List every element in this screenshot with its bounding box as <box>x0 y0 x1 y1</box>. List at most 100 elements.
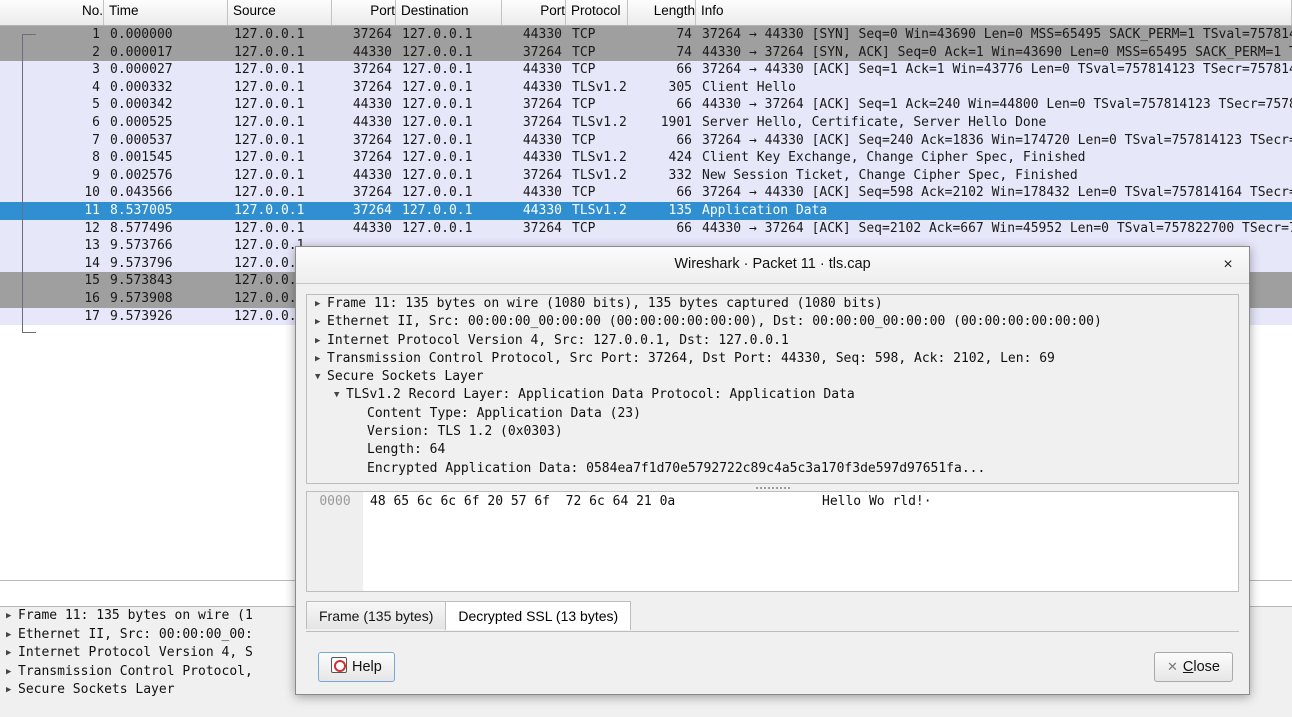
packet-row[interactable]: 2 0.000017 127.0.0.1 44330 127.0.0.1 37264 TCP… <box>0 43 1292 62</box>
protocol-tree-item[interactable]: ▼ Secure Sockets Layer <box>307 368 1238 386</box>
packet-row[interactable]: 9 0.002576 127.0.0.1 44330 127.0.0.1 37264 TLS… <box>0 166 1292 185</box>
packet-row[interactable]: 11 8.537005 127.0.0.1 37264 127.0.0.1 44330 TL… <box>0 201 1292 220</box>
chevron-down-icon[interactable]: ▼ <box>334 386 346 404</box>
packet-list-header[interactable]: No. Time Source Port Destination Port Protocol… <box>0 0 1292 26</box>
packet-cell-len: 74 <box>676 44 692 60</box>
packet-cell-sport: 37264 <box>352 27 392 42</box>
hex-offset: 0000 <box>319 494 351 509</box>
packet-row[interactable]: 7 0.000537 127.0.0.1 37264 127.0.0.1 44330 TCP… <box>0 131 1292 150</box>
help-button[interactable]: Help <box>318 652 395 682</box>
protocol-tree-item[interactable]: Content Type: Application Data (23) <box>307 405 1238 423</box>
protocol-tree[interactable]: ▶ Frame 11: 135 bytes on wire (1080 bits)… <box>306 294 1239 484</box>
packet-cell-src: 127.0.0.1 <box>234 62 305 78</box>
packet-cell-dport: 44330 <box>522 27 562 42</box>
protocol-tree-item[interactable]: Length: 64 <box>307 441 1238 459</box>
packet-cell-len: 66 <box>676 185 692 201</box>
packet-cell-no: 9 <box>92 167 100 183</box>
packet-cell-dst: 127.0.0.1 <box>402 114 473 130</box>
packet-cell-dport: 37264 <box>522 220 562 236</box>
packet-cell-len: 424 <box>668 150 692 166</box>
column-header-proto[interactable]: Protocol <box>566 0 628 25</box>
protocol-tree-item[interactable]: Version: TLS 1.2 (0x0303) <box>307 423 1238 441</box>
packet-cell-sport: 44330 <box>352 220 392 236</box>
chevron-right-icon[interactable]: ▶ <box>315 350 327 368</box>
packet-cell-time: 0.000342 <box>110 97 173 113</box>
chevron-right-icon[interactable]: ▶ <box>6 681 18 700</box>
chevron-right-icon[interactable]: ▶ <box>315 332 327 350</box>
tab-frame[interactable]: Frame (135 bytes) <box>306 601 447 629</box>
packet-cell-time: 0.000332 <box>110 79 173 95</box>
close-button-label: lose <box>1193 659 1220 675</box>
chevron-down-icon[interactable]: ▼ <box>315 368 327 386</box>
close-button[interactable]: ✕ Close <box>1154 652 1233 682</box>
protocol-tree-item[interactable]: ▶ Frame 11: 135 bytes on wire (1080 bits)… <box>307 295 1238 313</box>
column-header-no[interactable]: No. <box>0 0 104 25</box>
packet-cell-len: 66 <box>676 62 692 78</box>
chevron-right-icon[interactable]: ▶ <box>6 644 18 663</box>
pane-splitter-handle[interactable] <box>306 484 1239 491</box>
packet-cell-dport: 44330 <box>522 202 562 218</box>
chevron-right-icon[interactable]: ▶ <box>315 295 327 313</box>
protocol-tree-item[interactable]: ▼ TLSv1.2 Record Layer: Application Data … <box>307 386 1238 404</box>
protocol-tree-label: Encrypted Application Data: 0584ea7f1d70… <box>367 460 986 476</box>
bytes-tabbar[interactable]: Frame (135 bytes) Decrypted SSL (13 bytes… <box>306 601 1239 632</box>
chevron-right-icon[interactable]: ▶ <box>6 663 18 682</box>
splitter-grip-icon <box>755 487 790 489</box>
packet-cell-no: 8 <box>92 150 100 166</box>
column-header-len[interactable]: Length <box>628 0 696 25</box>
packet-row[interactable]: 12 8.577496 127.0.0.1 44330 127.0.0.1 37264 TC… <box>0 219 1292 238</box>
protocol-tree-item[interactable]: ▶ Transmission Control Protocol, Src Port… <box>307 350 1238 368</box>
chevron-right-icon[interactable]: ▶ <box>6 607 18 626</box>
protocol-tree-item[interactable]: ▶ Internet Protocol Version 4, Src: 127.0… <box>307 332 1238 350</box>
packet-cell-proto: TLSv1.2 <box>572 202 627 218</box>
chevron-right-icon[interactable]: ▶ <box>315 313 327 331</box>
column-header-info[interactable]: Info <box>696 0 1292 25</box>
column-header-sport[interactable]: Port <box>332 0 396 25</box>
packet-cell-no: 2 <box>92 44 100 60</box>
packet-row[interactable]: 5 0.000342 127.0.0.1 44330 127.0.0.1 37264 TCP… <box>0 96 1292 114</box>
dialog-title: Wireshark · Packet 11 · tls.cap <box>674 256 871 272</box>
packet-cell-proto: TLSv1.2 <box>572 167 627 183</box>
close-icon[interactable]: × <box>1217 254 1239 276</box>
chevron-right-icon[interactable]: ▶ <box>6 626 18 645</box>
help-button-label: Help <box>352 659 382 675</box>
packet-row[interactable]: 10 0.043566 127.0.0.1 37264 127.0.0.1 44330 TC… <box>0 184 1292 202</box>
packet-row[interactable]: 3 0.000027 127.0.0.1 37264 127.0.0.1 44330 TCP… <box>0 61 1292 79</box>
packet-row[interactable]: 6 0.000525 127.0.0.1 44330 127.0.0.1 37264 TLS… <box>0 113 1292 132</box>
packet-cell-info: 37264 → 44330 [ACK] Seq=1 Ack=1 Win=4377… <box>702 62 1292 78</box>
packet-row[interactable]: 4 0.000332 127.0.0.1 37264 127.0.0.1 44330 TLS… <box>0 78 1292 97</box>
packet-cell-sport: 37264 <box>352 62 392 78</box>
dialog-titlebar[interactable]: Wireshark · Packet 11 · tls.cap × <box>296 247 1249 284</box>
tab-decrypted-ssl[interactable]: Decrypted SSL (13 bytes) <box>445 601 632 630</box>
packet-row[interactable]: 1 0.000000 127.0.0.1 37264 127.0.0.1 44330 TCP… <box>0 26 1292 44</box>
packet-cell-sport: 37264 <box>352 202 392 218</box>
column-header-src[interactable]: Source <box>228 0 332 25</box>
packet-cell-time: 0.000537 <box>110 132 173 148</box>
packet-cell-info: 37264 → 44330 [SYN] Seq=0 Win=43690 Len=… <box>702 27 1292 42</box>
packet-cell-src: 127.0.0.1 <box>234 97 305 113</box>
protocol-tree-item[interactable]: ▶ Ethernet II, Src: 00:00:00_00:00:00 (00… <box>307 313 1238 331</box>
packet-cell-no: 14 <box>84 255 100 271</box>
packet-cell-dport: 44330 <box>522 79 562 95</box>
packet-cell-dst: 127.0.0.1 <box>402 150 473 166</box>
packet-cell-time: 9.573796 <box>110 255 173 271</box>
column-header-dst[interactable]: Destination <box>396 0 502 25</box>
hex-dump-pane[interactable]: 0000 48 65 6c 6c 6f 20 57 6f 72 6c 64 21 … <box>306 491 1239 592</box>
packet-detail-dialog: Wireshark · Packet 11 · tls.cap × ▶ Frame… <box>295 246 1250 695</box>
packet-cell-info: Client Hello <box>702 79 796 95</box>
packet-cell-dst: 127.0.0.1 <box>402 132 473 148</box>
protocol-tree-item[interactable]: Encrypted Application Data: 0584ea7f1d70… <box>307 460 1238 478</box>
packet-cell-dport: 37264 <box>522 114 562 130</box>
column-header-time[interactable]: Time <box>104 0 228 25</box>
column-header-dport[interactable]: Port <box>502 0 566 25</box>
packet-cell-time: 9.573926 <box>110 308 173 324</box>
packet-cell-dport: 44330 <box>522 62 562 78</box>
packet-cell-no: 7 <box>92 132 100 148</box>
packet-cell-proto: TCP <box>572 185 596 201</box>
protocol-tree-label: Length: 64 <box>367 442 446 458</box>
detail-line-label: Frame 11: 135 bytes on wire (1 <box>18 608 253 623</box>
packet-row[interactable]: 8 0.001545 127.0.0.1 37264 127.0.0.1 44330 TLS… <box>0 149 1292 167</box>
packet-cell-time: 0.043566 <box>110 185 173 201</box>
protocol-tree-label: Secure Sockets Layer <box>327 369 484 385</box>
packet-cell-time: 8.577496 <box>110 220 173 236</box>
